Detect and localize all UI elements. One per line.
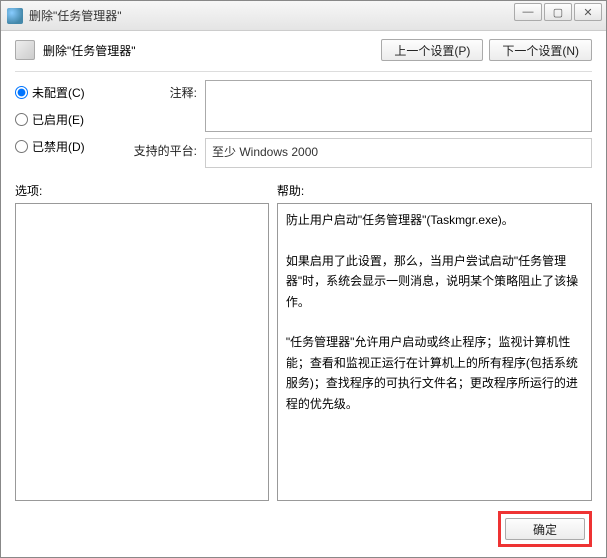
- radio-disabled[interactable]: 已禁用(D): [15, 138, 115, 155]
- titlebar: 删除"任务管理器" — ▢ ✕: [1, 1, 606, 31]
- radio-not-configured[interactable]: 未配置(C): [15, 84, 115, 101]
- fields-column: 注释: 支持的平台: 至少 Windows 2000: [127, 80, 592, 168]
- radio-not-configured-label: 未配置(C): [32, 84, 85, 101]
- radio-enabled-label: 已启用(E): [32, 111, 84, 128]
- ok-highlight: 确定: [498, 511, 592, 547]
- platform-row: 支持的平台: 至少 Windows 2000: [127, 138, 592, 168]
- content-area: 删除"任务管理器" 上一个设置(P) 下一个设置(N) 未配置(C) 已启用(E…: [1, 31, 606, 557]
- window-title: 删除"任务管理器": [29, 7, 122, 24]
- page-title: 删除"任务管理器": [43, 42, 381, 59]
- policy-icon: [15, 40, 35, 60]
- prev-setting-button[interactable]: 上一个设置(P): [381, 39, 483, 61]
- next-setting-button[interactable]: 下一个设置(N): [489, 39, 592, 61]
- footer: 确定: [15, 501, 592, 547]
- minimize-button[interactable]: —: [514, 3, 542, 21]
- platform-value: 至少 Windows 2000: [212, 145, 318, 159]
- ok-button[interactable]: 确定: [505, 518, 585, 540]
- state-radio-group: 未配置(C) 已启用(E) 已禁用(D): [15, 80, 115, 168]
- divider: [15, 71, 592, 72]
- comment-row: 注释:: [127, 80, 592, 132]
- close-button[interactable]: ✕: [574, 3, 602, 21]
- policy-dialog: 删除"任务管理器" — ▢ ✕ 删除"任务管理器" 上一个设置(P) 下一个设置…: [0, 0, 607, 558]
- options-label: 选项:: [15, 182, 269, 199]
- lower-section: 选项: 帮助: 防止用户启动"任务管理器"(Taskmgr.exe)。 如果启用…: [15, 182, 592, 501]
- options-column: 选项:: [15, 182, 269, 501]
- options-panel: [15, 203, 269, 501]
- maximize-button[interactable]: ▢: [544, 3, 572, 21]
- help-column: 帮助: 防止用户启动"任务管理器"(Taskmgr.exe)。 如果启用了此设置…: [277, 182, 592, 501]
- help-panel: 防止用户启动"任务管理器"(Taskmgr.exe)。 如果启用了此设置，那么，…: [277, 203, 592, 501]
- radio-enabled-input[interactable]: [15, 113, 28, 126]
- header-row: 删除"任务管理器" 上一个设置(P) 下一个设置(N): [15, 39, 592, 61]
- platform-box: 至少 Windows 2000: [205, 138, 592, 168]
- help-label: 帮助:: [277, 182, 592, 199]
- radio-not-configured-input[interactable]: [15, 86, 28, 99]
- radio-enabled[interactable]: 已启用(E): [15, 111, 115, 128]
- app-icon: [7, 8, 23, 24]
- comment-label: 注释:: [127, 80, 197, 101]
- window-controls: — ▢ ✕: [514, 3, 602, 21]
- nav-buttons: 上一个设置(P) 下一个设置(N): [381, 39, 592, 61]
- comment-textarea[interactable]: [205, 80, 592, 132]
- platform-label: 支持的平台:: [127, 138, 197, 159]
- radio-disabled-input[interactable]: [15, 140, 28, 153]
- radio-disabled-label: 已禁用(D): [32, 138, 85, 155]
- config-area: 未配置(C) 已启用(E) 已禁用(D) 注释: 支持的平台:: [15, 80, 592, 168]
